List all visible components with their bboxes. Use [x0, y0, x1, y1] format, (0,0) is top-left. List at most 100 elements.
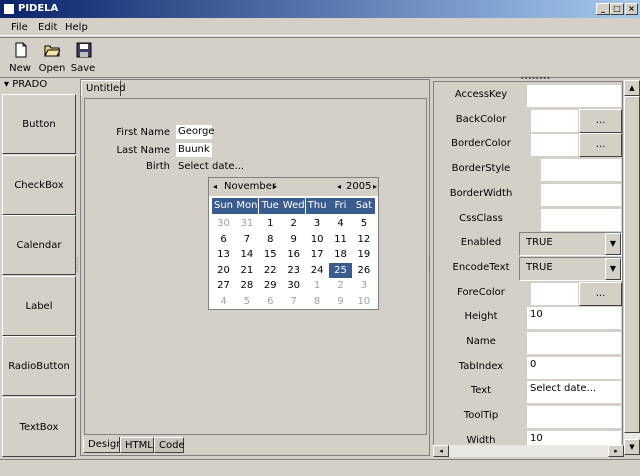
calendar-day[interactable]: 12: [352, 232, 375, 247]
minimize-button[interactable]: _: [596, 3, 610, 15]
calendar-day[interactable]: 10: [306, 232, 329, 247]
palette-button[interactable]: Button: [2, 94, 76, 154]
properties-scrollbar[interactable]: ▲ ▼: [624, 80, 640, 455]
prop-input-accesskey[interactable]: [526, 84, 622, 108]
calendar-day[interactable]: 29: [259, 278, 282, 293]
prop-input-name[interactable]: [526, 331, 622, 355]
calendar-day[interactable]: 30: [282, 278, 305, 293]
prop-name-tabindex: TabIndex: [458, 360, 504, 372]
calendar-day[interactable]: 8: [259, 232, 282, 247]
calendar-day[interactable]: 5: [235, 294, 258, 309]
calendar-day[interactable]: 10: [352, 294, 375, 309]
prop-input-tabindex[interactable]: 0: [526, 355, 622, 380]
palette-checkbox[interactable]: CheckBox: [2, 155, 76, 215]
save-button[interactable]: Save: [68, 40, 98, 74]
palette-header[interactable]: ▾ PRADO: [4, 79, 82, 93]
color-picker-button[interactable]: ...: [579, 108, 622, 133]
calendar-day[interactable]: 19: [352, 247, 375, 262]
splitter-grip-right[interactable]: · · · · ·: [428, 256, 431, 276]
prop-select-value: TRUE: [526, 237, 553, 249]
calendar-day[interactable]: 7: [235, 232, 258, 247]
calendar-day[interactable]: 27: [212, 278, 235, 293]
prop-input-forecolor[interactable]: [530, 281, 579, 306]
year-label[interactable]: 2005: [346, 181, 371, 192]
color-picker-button[interactable]: ...: [579, 281, 622, 306]
menu-help[interactable]: Help: [65, 22, 88, 33]
tab-untitled[interactable]: Untitled: [81, 80, 126, 96]
calendar-day[interactable]: 16: [282, 247, 305, 262]
calendar-day[interactable]: 1: [306, 278, 329, 293]
scroll-up-icon[interactable]: ▲: [624, 80, 640, 96]
calendar-day[interactable]: 18: [329, 247, 352, 262]
first-name-input[interactable]: George: [176, 125, 214, 139]
calendar-day[interactable]: 6: [212, 232, 235, 247]
splitter-grip-left[interactable]: · · · · ·: [76, 256, 79, 276]
calendar-day[interactable]: 13: [212, 247, 235, 262]
scroll-down-icon[interactable]: ▼: [624, 439, 640, 455]
birth-date-input[interactable]: Select date...: [178, 161, 244, 172]
calendar-day[interactable]: 11: [329, 232, 352, 247]
properties-hscrollbar[interactable]: ◂ ▸: [433, 445, 624, 457]
dropdown-arrow-icon[interactable]: ▼: [605, 233, 621, 256]
close-button[interactable]: ×: [625, 3, 638, 15]
calendar-day[interactable]: 28: [235, 278, 258, 293]
maximize-button[interactable]: □: [610, 3, 624, 15]
palette-radiobutton[interactable]: RadioButton: [2, 336, 76, 396]
palette-textbox[interactable]: TextBox: [2, 397, 76, 457]
palette-calendar[interactable]: Calendar: [2, 215, 76, 275]
prev-year-icon[interactable]: ◂: [337, 182, 341, 191]
calendar-day[interactable]: 30: [212, 216, 235, 231]
next-month-icon[interactable]: ▸: [273, 182, 277, 191]
calendar-day[interactable]: 17: [306, 247, 329, 262]
prev-month-icon[interactable]: ◂: [213, 182, 217, 191]
calendar-day[interactable]: 15: [259, 247, 282, 262]
calendar-day[interactable]: 4: [212, 294, 235, 309]
prop-input-text[interactable]: Select date...: [526, 380, 622, 405]
calendar-day[interactable]: 5: [352, 216, 375, 231]
open-button[interactable]: Open: [36, 40, 68, 74]
month-label[interactable]: November: [224, 181, 276, 192]
scroll-left-icon[interactable]: ◂: [433, 445, 449, 457]
dropdown-arrow-icon[interactable]: ▼: [605, 257, 621, 280]
calendar-day[interactable]: 9: [329, 294, 352, 309]
calendar-day[interactable]: 3: [306, 216, 329, 231]
color-picker-button[interactable]: ...: [579, 133, 622, 158]
calendar-day[interactable]: 4: [329, 216, 352, 231]
calendar-day[interactable]: 2: [282, 216, 305, 231]
calendar-day[interactable]: 9: [282, 232, 305, 247]
calendar-day[interactable]: 20: [212, 263, 235, 278]
scroll-thumb[interactable]: [624, 96, 640, 433]
palette-label[interactable]: Label: [2, 276, 76, 336]
prop-input-borderstyle[interactable]: [540, 158, 622, 183]
next-year-icon[interactable]: ▸: [373, 182, 377, 191]
scroll-right-icon[interactable]: ▸: [608, 445, 624, 457]
calendar-day[interactable]: 31: [235, 216, 258, 231]
calendar-day[interactable]: 25: [329, 262, 352, 278]
prop-input-tooltip[interactable]: [526, 405, 622, 430]
prop-input-cssclass[interactable]: [540, 207, 622, 232]
menu-edit[interactable]: Edit: [38, 22, 57, 33]
calendar-day[interactable]: 2: [329, 278, 352, 293]
calendar-day[interactable]: 7: [282, 294, 305, 309]
calendar-day[interactable]: 8: [306, 294, 329, 309]
new-button[interactable]: New: [5, 40, 35, 74]
calendar-day[interactable]: 26: [352, 263, 375, 278]
calendar-day[interactable]: 24: [306, 263, 329, 278]
prop-name-encodetext: EncodeText: [452, 261, 510, 273]
calendar-day[interactable]: 14: [235, 247, 258, 262]
tab-code[interactable]: Code: [154, 437, 185, 453]
prop-input-bordercolor[interactable]: [530, 133, 579, 158]
tab-design[interactable]: Design: [83, 437, 123, 453]
prop-input-height[interactable]: 10: [526, 306, 622, 331]
calendar-day[interactable]: 6: [259, 294, 282, 309]
menu-file[interactable]: File: [11, 22, 28, 33]
calendar-day[interactable]: 3: [352, 278, 375, 293]
calendar-day[interactable]: 23: [282, 263, 305, 278]
calendar-day[interactable]: 21: [235, 263, 258, 278]
calendar-day[interactable]: 1: [259, 216, 282, 231]
last-name-input[interactable]: Buunk: [176, 143, 212, 157]
calendar-day[interactable]: 22: [259, 263, 282, 278]
tab-html[interactable]: HTML: [120, 437, 154, 453]
prop-input-borderwidth[interactable]: [540, 182, 622, 207]
prop-input-backcolor[interactable]: [530, 108, 579, 133]
